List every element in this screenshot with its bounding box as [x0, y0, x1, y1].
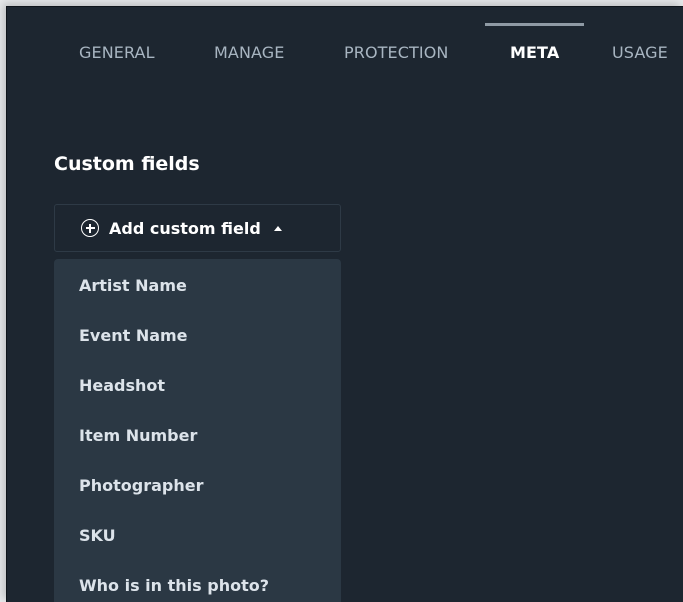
dropdown-item-item-number[interactable]: Item Number	[79, 426, 197, 445]
dropdown-item-event-name[interactable]: Event Name	[79, 326, 188, 345]
tab-general[interactable]: GENERAL	[79, 23, 155, 83]
dropdown-item-artist-name[interactable]: Artist Name	[79, 276, 187, 295]
dropdown-item-photographer[interactable]: Photographer	[79, 476, 203, 495]
custom-field-dropdown: Artist Name Event Name Headshot Item Num…	[54, 259, 341, 602]
add-custom-field-button[interactable]: Add custom field	[54, 204, 341, 252]
dropdown-item-headshot[interactable]: Headshot	[79, 376, 165, 395]
plus-circle-icon	[81, 219, 99, 237]
tab-protection[interactable]: PROTECTION	[344, 23, 448, 83]
app-window: GENERAL MANAGE PROTECTION META USAGE Cus…	[6, 6, 683, 602]
tab-bar: GENERAL MANAGE PROTECTION META USAGE	[7, 7, 683, 103]
dropdown-item-sku[interactable]: SKU	[79, 526, 116, 545]
tab-usage[interactable]: USAGE	[612, 23, 668, 83]
caret-up-icon	[273, 225, 282, 231]
tab-manage[interactable]: MANAGE	[214, 23, 285, 83]
add-custom-field-label: Add custom field	[109, 218, 261, 238]
section-title: Custom fields	[54, 153, 200, 175]
dropdown-item-who-is-in-this-photo[interactable]: Who is in this photo?	[79, 576, 269, 595]
tab-meta[interactable]: META	[484, 23, 585, 83]
